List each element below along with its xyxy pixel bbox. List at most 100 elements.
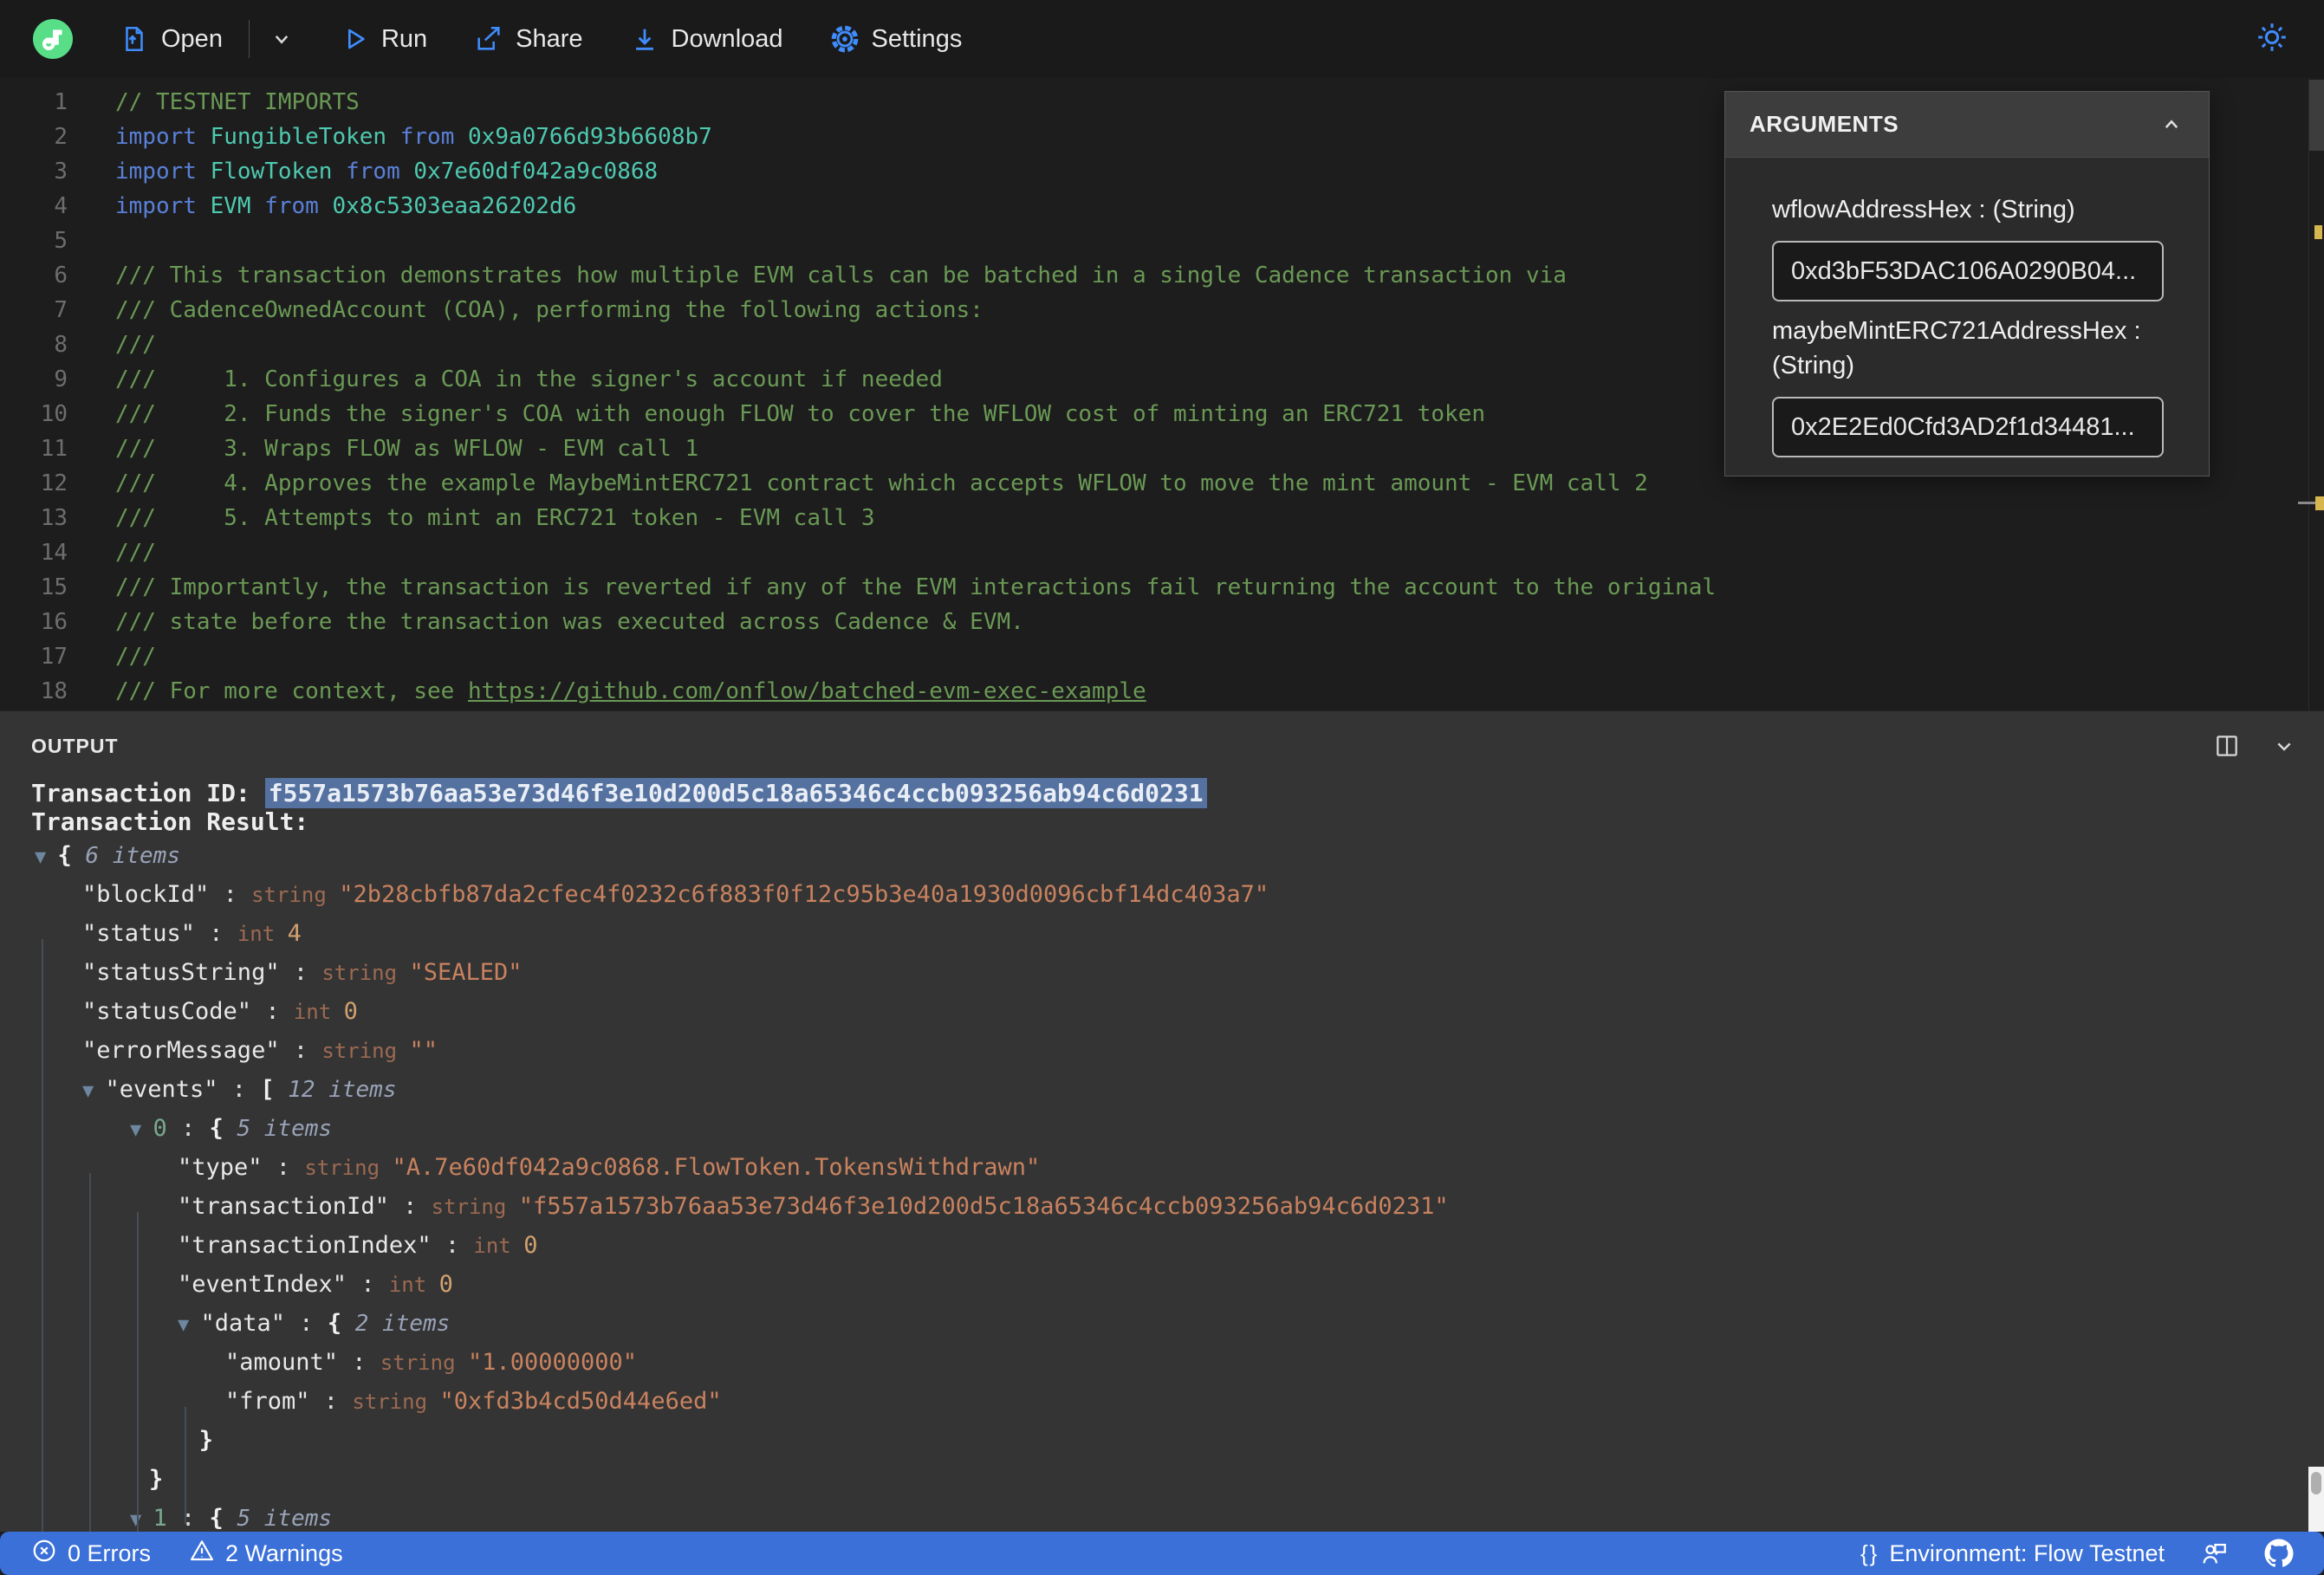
json-token: : (309, 1388, 353, 1415)
json-token: "status" (82, 920, 196, 947)
download-button[interactable]: Download (630, 24, 783, 54)
code-token: FungibleToken (210, 124, 400, 150)
json-token: 1 (153, 1505, 167, 1532)
run-button[interactable]: Run (341, 25, 427, 54)
code-link[interactable]: https://github.com/onflow/batched-evm-ex… (468, 678, 1146, 704)
warning-triangle-icon (189, 1538, 215, 1570)
code-token: import (115, 159, 211, 185)
argument-label-maybeMintERC721AddressHex: maybeMintERC721AddressHex : (String) (1772, 317, 2141, 379)
json-tree-row: ▼ { 6 items (35, 836, 2298, 875)
errors-status[interactable]: 0 Errors (31, 1538, 151, 1570)
json-token: "amount" (225, 1349, 339, 1376)
line-number: 13 (40, 505, 68, 531)
json-token: "transactionIndex" (178, 1232, 432, 1259)
warnings-status[interactable]: 2 Warnings (189, 1538, 343, 1570)
json-tree-row: "transactionId" : string "f557a1573b76aa… (35, 1187, 2298, 1226)
json-token: int (388, 1273, 439, 1297)
collapse-toggle-icon[interactable]: ▼ (130, 1119, 153, 1141)
indent-guide (42, 939, 43, 1532)
json-token: 5 items (223, 1506, 333, 1532)
json-token: [ (260, 1076, 275, 1103)
output-panel: OUTPUT Transaction ID: f557a1573b76aa53e… (0, 710, 2324, 1532)
collapse-toggle-icon[interactable]: ▼ (35, 846, 58, 868)
json-token: { (209, 1505, 224, 1532)
json-tree-row: "transactionIndex" : int 0 (35, 1226, 2298, 1265)
code-token: /// state before the transaction was exe… (115, 609, 1024, 635)
collapse-toggle-icon[interactable]: ▼ (82, 1080, 106, 1102)
code-line: 18 /// For more context, see https://gith… (0, 674, 2324, 709)
json-token: "SEALED" (409, 959, 523, 986)
json-token: "f557a1573b76aa53e73d46f3e10d200d5c18a65… (518, 1193, 1449, 1220)
line-number: 16 (40, 609, 68, 635)
json-token: : (217, 1076, 261, 1103)
collapse-toggle-icon[interactable]: ▼ (178, 1314, 201, 1336)
json-token: string (380, 1351, 468, 1375)
argument-input-wflowAddressHex[interactable] (1772, 241, 2164, 301)
code-token: /// 2. Funds the signer's COA with enoug… (115, 401, 1485, 427)
json-tree-row: "amount" : string "1.00000000" (35, 1343, 2298, 1382)
json-tree-row: "blockId" : string "2b28cbfb87da2cfec4f0… (35, 875, 2298, 914)
line-number: 5 (54, 228, 68, 254)
flow-logo[interactable] (33, 19, 73, 59)
line-number: 18 (40, 678, 68, 704)
arguments-panel-header[interactable]: ARGUMENTS (1725, 92, 2209, 158)
output-scrollbar-track (2308, 1467, 2324, 1532)
github-icon[interactable] (2263, 1538, 2295, 1569)
settings-label: Settings (871, 24, 963, 53)
code-line: 14 /// (0, 535, 2324, 570)
editor-scrollbar-thumb[interactable] (2309, 80, 2324, 151)
json-token: 5 items (223, 1116, 333, 1142)
light-mode-toggle[interactable] (2255, 20, 2289, 59)
code-token: /// 3. Wraps FLOW as WFLOW - EVM call 1 (115, 436, 699, 462)
code-token: /// 5. Attempts to mint an ERC721 token … (115, 505, 875, 531)
json-token: : (166, 1115, 210, 1142)
json-token: : (195, 920, 237, 947)
json-token: : (262, 1154, 305, 1181)
open-button[interactable]: Open (120, 24, 223, 54)
line-number: 15 (40, 574, 68, 600)
collapse-output-chevron-icon[interactable] (2270, 732, 2298, 760)
environment-label: Environment: Flow Testnet (1889, 1539, 2165, 1566)
open-menu-caret[interactable] (269, 26, 295, 52)
json-token: : (279, 1037, 322, 1064)
line-number: 4 (54, 193, 68, 219)
indent-guide (137, 1212, 139, 1532)
code-token: /// 4. Approves the example MaybeMintERC… (115, 470, 1648, 496)
feedback-icon[interactable] (2199, 1539, 2229, 1568)
code-token: FlowToken (210, 159, 347, 185)
json-token: : (338, 1349, 380, 1376)
json-token: "from" (225, 1388, 310, 1415)
line-number: 3 (54, 159, 68, 185)
line-number: 2 (54, 124, 68, 150)
warning-marker (2314, 225, 2322, 239)
json-token: "eventIndex" (178, 1271, 347, 1298)
code-line: 16 /// state before the transaction was e… (0, 605, 2324, 639)
gear-icon (830, 24, 860, 54)
warning-marker (2315, 496, 2324, 510)
json-token: : (285, 1310, 328, 1337)
json-token: "events" (105, 1076, 218, 1103)
share-button[interactable]: Share (474, 24, 583, 54)
output-scrollbar-thumb[interactable] (2311, 1472, 2321, 1494)
share-icon (474, 24, 503, 54)
json-token: int (293, 1000, 344, 1024)
line-number: 1 (54, 89, 68, 115)
settings-button[interactable]: Settings (830, 24, 963, 54)
arguments-title: ARGUMENTS (1749, 111, 1899, 137)
json-tree-row: ▼ 0 : { 5 items (35, 1109, 2298, 1148)
argument-input-maybeMintERC721AddressHex[interactable] (1772, 397, 2164, 457)
collapse-toggle-icon[interactable]: ▼ (130, 1509, 153, 1531)
errors-label: 0 Errors (68, 1539, 152, 1566)
json-token: 0 (343, 998, 358, 1025)
arguments-panel: ARGUMENTS wflowAddressHex : (String) may… (1724, 91, 2210, 476)
environment-status[interactable]: {} Environment: Flow Testnet (1860, 1540, 2165, 1567)
editor-overview-ruler (2298, 78, 2324, 710)
json-tree-row: ▼ "data" : { 2 items (35, 1304, 2298, 1343)
split-panel-icon[interactable] (2213, 732, 2241, 760)
chevron-up-icon[interactable] (2158, 112, 2184, 138)
json-token: "statusString" (82, 959, 280, 986)
line-number: 14 (40, 540, 68, 566)
json-token: 0 (153, 1115, 167, 1142)
json-token: string (321, 961, 410, 985)
arguments-body: wflowAddressHex : (String) maybeMintERC7… (1725, 158, 2209, 480)
